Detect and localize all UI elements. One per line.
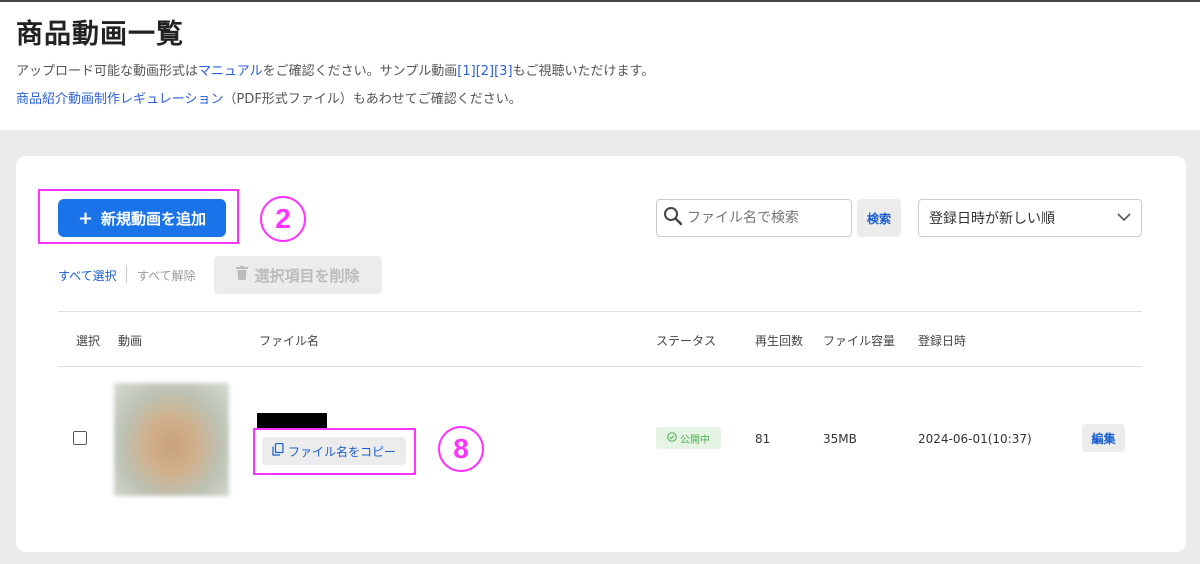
sample-video-link-1[interactable]: [1]	[457, 64, 475, 79]
copy-filename-label: ファイル名をコピー	[287, 444, 396, 459]
header-select: 選択	[76, 334, 101, 348]
sort-select[interactable]: 登録日時が新しい順	[918, 199, 1142, 237]
copy-icon	[272, 442, 284, 459]
plays-count: 81	[755, 432, 771, 446]
annotation-number-2: 2	[260, 196, 306, 242]
select-all-link[interactable]: すべて選択	[58, 267, 117, 284]
desc1-prefix: アップロード可能な動画形式は	[16, 64, 199, 79]
header-plays: 再生回数	[755, 334, 804, 348]
annotation-number-8: 8	[438, 426, 484, 472]
divider	[126, 265, 127, 283]
sample-video-link-3[interactable]: [3]	[494, 64, 512, 79]
page-title: 商品動画一覧	[16, 19, 184, 50]
header-date: 登録日時	[918, 334, 967, 348]
status-badge: 公開中	[656, 427, 721, 449]
trash-icon	[236, 266, 249, 284]
desc1-middle: をご確認ください。サンプル動画	[262, 64, 458, 79]
filename-redacted	[257, 413, 327, 429]
description-line-2: 商品紹介動画制作レギュレーション（PDF形式ファイル）もあわせてご確認ください。	[16, 88, 522, 107]
desc1-suffix: もご視聴いただけます。	[512, 64, 655, 79]
delete-selected-label: 選択項目を削除	[254, 266, 360, 285]
chevron-down-icon	[1117, 210, 1131, 226]
description-line-1: アップロード可能な動画形式はマニュアルをご確認ください。サンプル動画[1][2]…	[16, 60, 654, 79]
header-video: 動画	[118, 334, 143, 348]
sort-selected-label: 登録日時が新しい順	[929, 211, 1055, 227]
search-box[interactable]	[656, 199, 852, 237]
edit-button[interactable]: 編集	[1082, 424, 1125, 452]
search-input[interactable]	[687, 210, 847, 226]
table-header-top-border	[58, 311, 1142, 312]
status-label: 公開中	[680, 434, 710, 446]
search-icon	[663, 206, 683, 230]
sample-video-link-2[interactable]: [2]	[476, 64, 494, 79]
page-header: 商品動画一覧 アップロード可能な動画形式はマニュアルをご確認ください。サンプル動…	[0, 2, 1200, 130]
header-filename: ファイル名	[259, 334, 320, 348]
search-button[interactable]: 検索	[857, 199, 901, 237]
file-size: 35MB	[823, 432, 857, 446]
regulation-link[interactable]: 商品紹介動画制作レギュレーション	[16, 92, 223, 107]
add-video-label: 新規動画を追加	[101, 209, 207, 228]
copy-filename-button[interactable]: ファイル名をコピー	[262, 437, 406, 465]
header-status: ステータス	[656, 334, 717, 348]
row-checkbox[interactable]	[73, 431, 87, 445]
add-video-button[interactable]: + 新規動画を追加	[58, 199, 226, 237]
desc2-suffix: （PDF形式ファイル）もあわせてご確認ください。	[223, 92, 522, 107]
delete-selected-button[interactable]: 選択項目を削除	[214, 256, 382, 294]
video-thumbnail[interactable]	[114, 383, 229, 496]
check-circle-icon	[667, 431, 677, 445]
header-size: ファイル容量	[823, 334, 896, 348]
plus-icon: +	[77, 207, 94, 229]
registered-date: 2024-06-01(10:37)	[918, 432, 1032, 446]
table-header-bottom-border	[58, 366, 1142, 367]
deselect-all-link[interactable]: すべて解除	[137, 267, 196, 284]
manual-link[interactable]: マニュアル	[198, 64, 263, 79]
